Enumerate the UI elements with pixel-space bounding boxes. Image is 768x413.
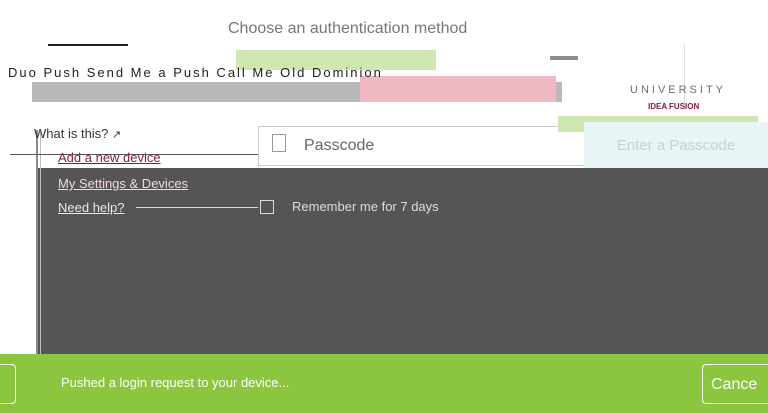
external-link-icon: ↗ — [112, 129, 122, 141]
need-help-link[interactable]: Need help? — [58, 200, 125, 215]
method-row[interactable]: Duo Push Send Me a Push Call Me Old Domi… — [0, 66, 768, 80]
left-strip — [0, 168, 36, 354]
banner-message: Pushed a login request to your device... — [61, 375, 290, 390]
cancel-button[interactable]: Cance — [702, 364, 768, 404]
overlay-dark-area — [36, 168, 768, 354]
auth-heading: Choose an authentication method — [228, 20, 468, 37]
my-settings-link[interactable]: My Settings & Devices — [58, 176, 188, 191]
university-logo — [684, 44, 768, 110]
logo-university: UNIVERSITY — [630, 84, 727, 96]
method-row-text: Duo Push Send Me a Push Call Me Old Domi… — [8, 66, 383, 80]
phone-icon — [272, 134, 286, 152]
divider-line — [136, 207, 258, 208]
passcode-input[interactable] — [302, 130, 576, 162]
banner-left-button[interactable] — [0, 364, 16, 404]
remember-label: Remember me for 7 days — [292, 199, 439, 214]
what-is-this-text: What is this? — [34, 126, 109, 141]
what-is-this-link[interactable]: What is this? ↗ — [34, 126, 121, 141]
crest-mark — [550, 56, 578, 60]
logo-tagline: IDEA FUSION — [648, 102, 700, 111]
enter-passcode-button[interactable]: Enter a Passcode — [584, 122, 768, 168]
logo-line — [48, 44, 128, 46]
checkbox-icon[interactable] — [260, 200, 274, 214]
add-device-link[interactable]: Add a new device — [58, 150, 161, 165]
